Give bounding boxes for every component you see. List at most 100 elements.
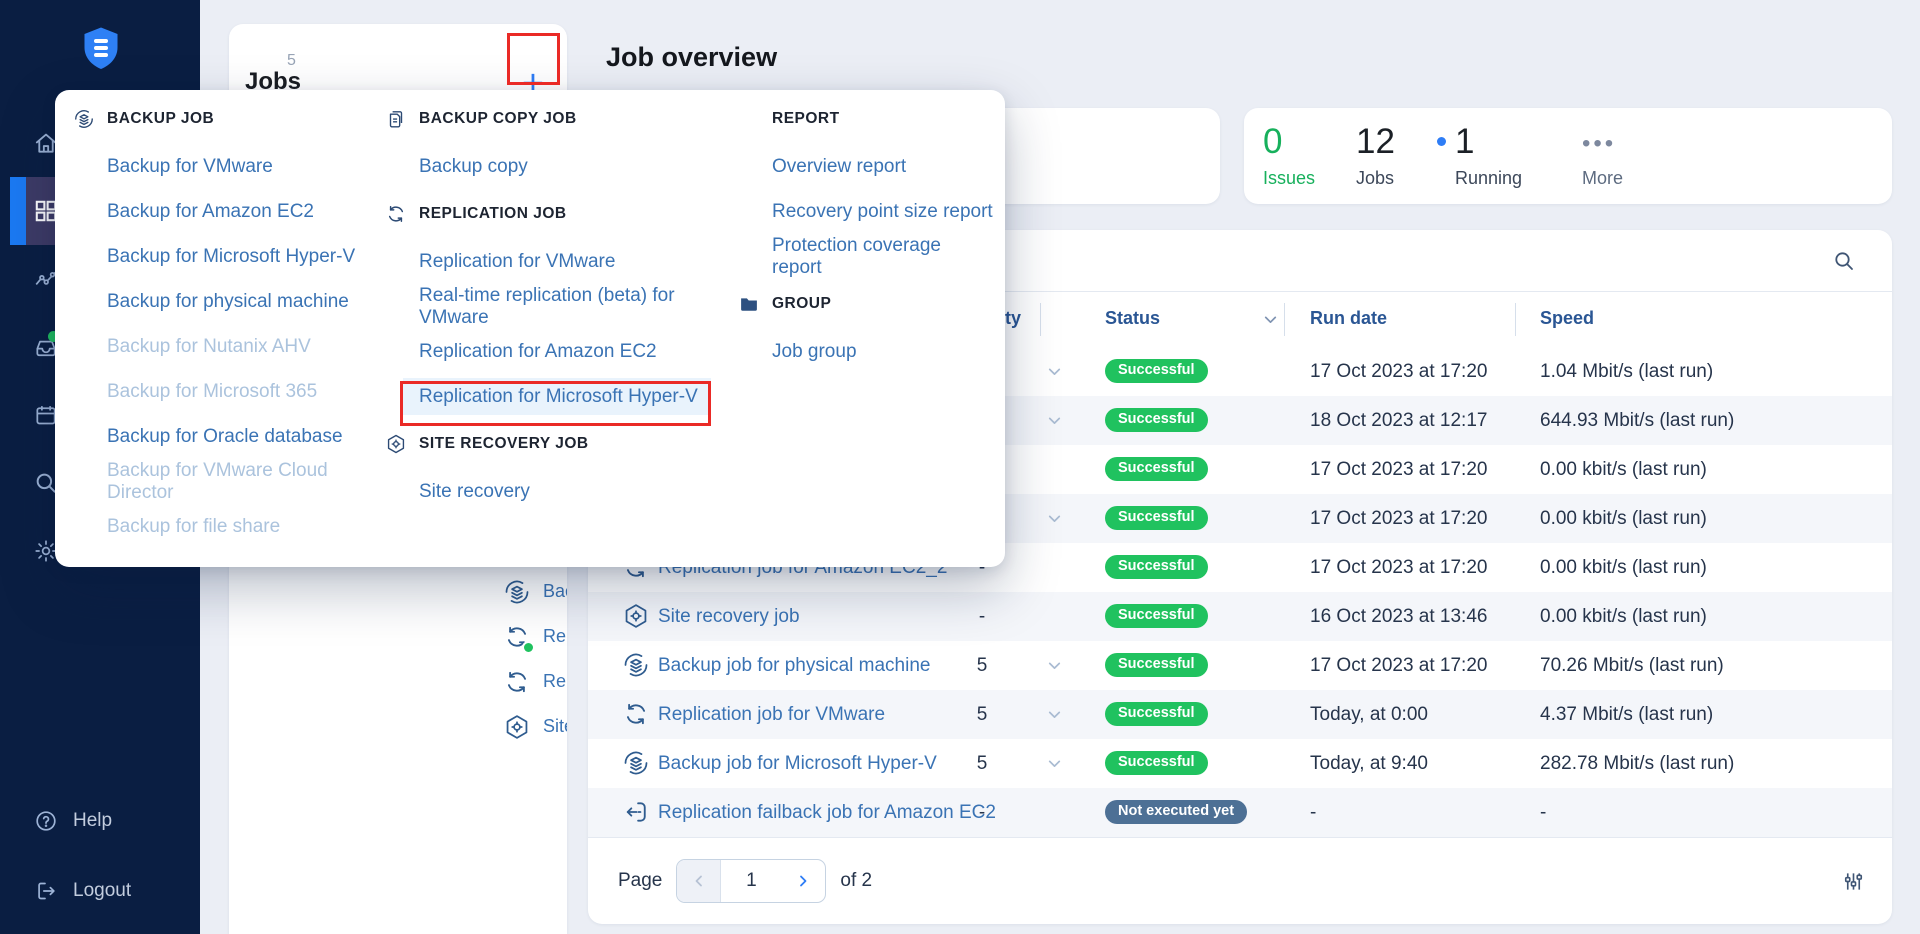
section-title: REPLICATION JOB xyxy=(419,205,567,222)
menu-section-header-report: REPORT xyxy=(738,94,993,144)
help-label: Help xyxy=(73,810,113,831)
job-name-link[interactable]: Site recovery job xyxy=(658,592,800,641)
priority-value: - xyxy=(978,606,986,627)
menu-item-label: Backup for file share xyxy=(107,515,281,537)
menu-item-replication-for-vmware[interactable]: Replication for VMware xyxy=(385,239,715,284)
expand-row-chevron-down-icon[interactable] xyxy=(1046,755,1063,772)
menu-item-site-recovery[interactable]: Site recovery xyxy=(385,469,715,514)
chevron-left-icon xyxy=(691,873,707,889)
column-header-run-date[interactable]: Run date xyxy=(1310,308,1387,329)
expand-row-chevron-down-icon[interactable] xyxy=(1046,363,1063,380)
menu-item-real-time-replication-beta-for-vmware[interactable]: Real-time replication (beta) for VMware xyxy=(385,284,715,329)
menu-item-label: Backup for Microsoft 365 xyxy=(107,380,318,402)
jobs-tree-item-replication-job-for-microsoft-hyper[interactable]: Replication job for Microsoft Hyper- xyxy=(495,614,567,659)
priority-value: 5 xyxy=(976,704,988,725)
job-name-link[interactable]: Backup job for Microsoft Hyper-V xyxy=(658,739,937,788)
expand-row-chevron-down-icon[interactable] xyxy=(1046,412,1063,429)
job-name-link[interactable]: Replication job for Microsoft Hyper- xyxy=(543,626,567,647)
logout-button[interactable]: Logout xyxy=(0,873,200,909)
jobs-tree-item-site-recovery-job[interactable]: Site recovery job xyxy=(495,704,567,749)
menu-item-overview-report[interactable]: Overview report xyxy=(738,144,993,189)
next-page-button[interactable] xyxy=(781,860,825,902)
column-divider xyxy=(1040,303,1041,336)
job-name-link[interactable]: Replication job for VMware xyxy=(543,671,567,692)
jobs-tree-item-backup-job-for-vmware[interactable]: Backup job for VMware xyxy=(495,569,567,614)
backup-icon xyxy=(622,651,650,679)
speed-value: 0.00 kbit/s (last run) xyxy=(1540,606,1707,627)
menu-item-backup-for-physical-machine[interactable]: Backup for physical machine xyxy=(73,279,373,324)
stat-label: Running xyxy=(1455,168,1523,188)
folder-icon xyxy=(738,293,760,315)
expand-row-chevron-down-icon[interactable] xyxy=(1046,510,1063,527)
replication-icon xyxy=(622,700,650,728)
status-badge: Successful xyxy=(1105,359,1208,383)
menu-item-label: Backup copy xyxy=(419,155,528,177)
menu-item-label: Replication for Microsoft Hyper-V xyxy=(419,385,698,407)
previous-page-button[interactable] xyxy=(677,860,722,902)
page-title: Job overview xyxy=(606,42,778,72)
speed-value: - xyxy=(1540,802,1547,823)
run-date-value: 18 Oct 2023 at 12:17 xyxy=(1310,410,1488,431)
speed-value: 0.00 kbit/s (last run) xyxy=(1540,557,1707,578)
backup-icon xyxy=(73,108,95,130)
menu-item-label: Protection coverage report xyxy=(772,234,941,278)
menu-item-label: Backup for VMware Cloud Director xyxy=(107,459,328,503)
status-badge: Successful xyxy=(1105,604,1208,628)
help-button[interactable]: Help xyxy=(0,803,200,839)
search-icon[interactable] xyxy=(1832,249,1856,273)
site-recovery-icon xyxy=(385,433,407,455)
run-date-value: Today, at 9:40 xyxy=(1310,753,1428,774)
column-header-status[interactable]: Status xyxy=(1105,308,1160,329)
app-logo-shield-icon xyxy=(80,26,122,72)
run-date-value: 17 Oct 2023 at 17:20 xyxy=(1310,508,1488,529)
menu-item-backup-for-microsoft-365: Backup for Microsoft 365 xyxy=(73,369,373,414)
menu-item-job-group[interactable]: Job group xyxy=(738,329,993,374)
menu-item-backup-for-amazon-ec2[interactable]: Backup for Amazon EC2 xyxy=(73,189,373,234)
current-page-field[interactable]: 1 xyxy=(721,860,781,902)
menu-section-header-backup-copy-job: BACKUP COPY JOB xyxy=(385,94,715,144)
menu-item-label: Backup for physical machine xyxy=(107,290,349,312)
job-name-link[interactable]: Site recovery job xyxy=(543,716,567,737)
menu-item-recovery-point-size-report[interactable]: Recovery point size report xyxy=(738,189,993,234)
job-name-link[interactable]: Replication job for VMware xyxy=(658,690,885,739)
job-name-link[interactable]: Backup job for VMware xyxy=(543,581,567,602)
menu-item-backup-for-nutanix-ahv: Backup for Nutanix AHV xyxy=(73,324,373,369)
stat-label: More xyxy=(1582,168,1624,188)
table-row-site-recovery-job[interactable]: Site recovery job - Successful 16 Oct 2023 … xyxy=(588,592,1892,641)
menu-item-protection-coverage-report[interactable]: Protection coverage report xyxy=(738,234,993,279)
menu-section-header-site-recovery-job: SITE RECOVERY JOB xyxy=(385,419,715,469)
menu-item-replication-for-microsoft-hyper-v[interactable]: Replication for Microsoft Hyper-V xyxy=(385,374,715,419)
menu-item-backup-for-vmware[interactable]: Backup for VMware xyxy=(73,144,373,189)
column-header-speed[interactable]: Speed xyxy=(1540,308,1594,329)
menu-item-backup-for-oracle-database[interactable]: Backup for Oracle database xyxy=(73,414,373,459)
status-badge: Successful xyxy=(1105,457,1208,481)
job-name-link[interactable]: Backup job for physical machine xyxy=(658,641,930,690)
expand-row-chevron-down-icon[interactable] xyxy=(1046,657,1063,674)
menu-item-replication-for-amazon-ec2[interactable]: Replication for Amazon EC2 xyxy=(385,329,715,374)
table-row-replication-job-for-vmware[interactable]: Replication job for VMware 5 Successful Tod… xyxy=(588,690,1892,739)
table-row-replication-failback-job-for-amazon-ec2[interactable]: Replication failback job for Amazon EC2 -… xyxy=(588,788,1892,837)
status-badge: Successful xyxy=(1105,408,1208,432)
table-row-backup-job-for-physical-machine[interactable]: Backup job for physical machine 5 Successf… xyxy=(588,641,1892,690)
table-settings-sliders-icon[interactable] xyxy=(1842,870,1865,893)
job-name-link[interactable]: Replication failback job for Amazon EC2 xyxy=(658,788,996,837)
jobs-tree: Backup job for VMware Replication job for… xyxy=(495,569,567,749)
status-badge: Successful xyxy=(1105,506,1208,530)
page-label: Page xyxy=(618,870,663,891)
status-badge: Successful xyxy=(1105,702,1208,726)
expand-row-chevron-down-icon[interactable] xyxy=(1046,706,1063,723)
menu-item-label: Real-time replication (beta) for VMware xyxy=(419,284,675,328)
jobs-tree-item-replication-job-for-vmware[interactable]: Replication job for VMware xyxy=(495,659,567,704)
stat-label: Issues xyxy=(1263,168,1316,188)
menu-item-backup-for-microsoft-hyper-v[interactable]: Backup for Microsoft Hyper-V xyxy=(73,234,373,279)
menu-item-backup-copy[interactable]: Backup copy xyxy=(385,144,715,189)
table-row-backup-job-for-microsoft-hyper-v[interactable]: Backup job for Microsoft Hyper-V 5 Success… xyxy=(588,739,1892,788)
status-badge: Successful xyxy=(1105,555,1208,579)
priority-value: 5 xyxy=(976,753,988,774)
section-title: REPORT xyxy=(772,110,840,127)
menu-item-label: Backup for Nutanix AHV xyxy=(107,335,311,357)
backup-icon xyxy=(622,749,650,777)
menu-column-0: BACKUP JOB Backup for VMware Backup for Am… xyxy=(73,94,373,549)
status-filter-chevron-down-icon[interactable] xyxy=(1262,311,1279,328)
menu-item-label: Overview report xyxy=(772,155,907,177)
